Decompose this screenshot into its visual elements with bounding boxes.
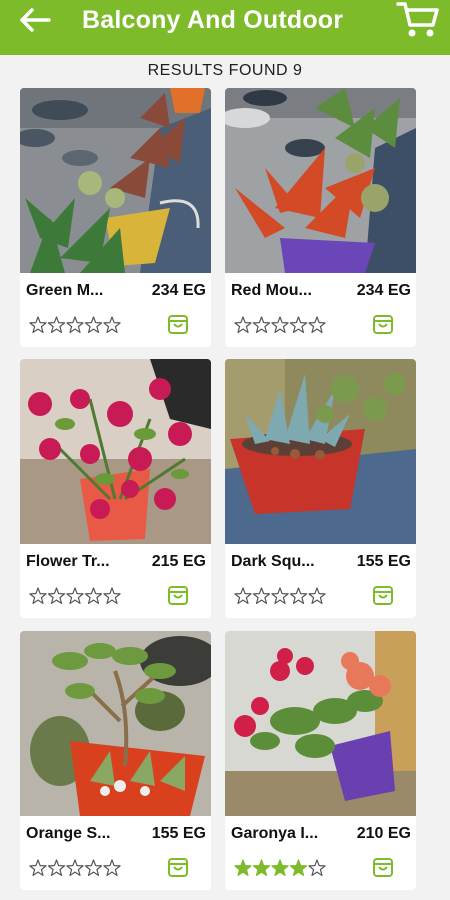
star-empty-icon	[308, 859, 326, 876]
product-image	[20, 359, 211, 544]
shopping-bag-icon[interactable]	[167, 584, 189, 606]
star-empty-icon	[289, 316, 308, 333]
shopping-cart-icon[interactable]	[396, 0, 440, 40]
star-filled-icon	[289, 859, 308, 876]
star-empty-icon	[84, 859, 103, 876]
shopping-bag-icon[interactable]	[167, 313, 189, 335]
star-filled-icon	[234, 859, 252, 876]
rating-stars	[234, 859, 326, 876]
star-empty-icon	[29, 859, 47, 876]
product-image	[20, 88, 211, 273]
product-card[interactable]: Red Mou... 234 EG	[225, 88, 416, 347]
star-empty-icon	[29, 587, 47, 604]
star-empty-icon	[103, 587, 121, 604]
rating-stars	[234, 587, 326, 604]
star-empty-icon	[252, 316, 271, 333]
star-empty-icon	[103, 316, 121, 333]
product-name: Red Mou...	[231, 282, 312, 299]
star-empty-icon	[103, 859, 121, 876]
arrow-left-icon[interactable]	[18, 8, 52, 32]
star-empty-icon	[271, 316, 289, 333]
star-empty-icon	[308, 316, 326, 333]
product-price: 155 EG	[356, 553, 411, 570]
product-name: Dark Squ...	[231, 553, 315, 570]
rating-stars	[29, 587, 121, 604]
star-empty-icon	[47, 859, 66, 876]
product-name: Orange S...	[26, 825, 111, 842]
rating-stars	[29, 859, 121, 876]
shopping-bag-icon[interactable]	[372, 856, 394, 878]
shopping-bag-icon[interactable]	[372, 584, 394, 606]
product-card[interactable]: Flower Tr... 215 EG	[20, 359, 211, 618]
product-card[interactable]: Orange S... 155 EG	[20, 631, 211, 890]
product-price: 155 EG	[151, 825, 206, 842]
star-empty-icon	[308, 587, 326, 604]
rating-stars	[29, 316, 121, 333]
product-card[interactable]: Dark Squ... 155 EG	[225, 359, 416, 618]
app-header: Balcony And Outdoor	[0, 0, 450, 55]
results-count: RESULTS FOUND 9	[147, 62, 303, 79]
shopping-bag-icon[interactable]	[167, 856, 189, 878]
star-empty-icon	[66, 587, 84, 604]
star-empty-icon	[66, 316, 84, 333]
page-title: Balcony And Outdoor	[82, 6, 344, 34]
product-name: Flower Tr...	[26, 553, 110, 570]
star-empty-icon	[234, 587, 252, 604]
product-price: 234 EG	[356, 282, 411, 299]
star-empty-icon	[271, 587, 289, 604]
shopping-bag-icon[interactable]	[372, 313, 394, 335]
product-name: Green M...	[26, 282, 104, 299]
product-card[interactable]: Garonya I... 210 EG	[225, 631, 416, 890]
product-image	[225, 359, 416, 544]
product-image	[20, 631, 211, 816]
star-empty-icon	[234, 316, 252, 333]
star-filled-icon	[271, 859, 289, 876]
product-card[interactable]: Green M... 234 EG	[20, 88, 211, 347]
star-empty-icon	[84, 316, 103, 333]
star-empty-icon	[252, 587, 271, 604]
star-empty-icon	[84, 587, 103, 604]
star-filled-icon	[252, 859, 271, 876]
star-empty-icon	[289, 587, 308, 604]
product-image	[225, 631, 416, 816]
star-empty-icon	[47, 587, 66, 604]
product-price: 210 EG	[356, 825, 411, 842]
product-name: Garonya I...	[231, 825, 319, 842]
product-price: 215 EG	[151, 553, 206, 570]
product-price: 234 EG	[151, 282, 206, 299]
product-image	[225, 88, 416, 273]
star-empty-icon	[66, 859, 84, 876]
star-empty-icon	[29, 316, 47, 333]
star-empty-icon	[47, 316, 66, 333]
rating-stars	[234, 316, 326, 333]
